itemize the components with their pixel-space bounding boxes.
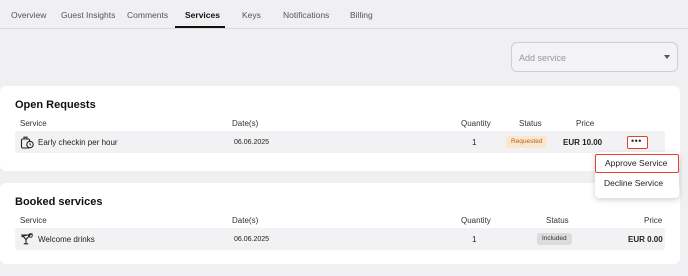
tab-comments[interactable]: Comments xyxy=(127,10,168,20)
service-name: Welcome drinks xyxy=(38,235,95,244)
service-date: 06.06.2025 xyxy=(234,236,270,243)
tab-notifications[interactable]: Notifications xyxy=(283,10,329,20)
header-service: Service xyxy=(20,119,47,128)
add-service-select[interactable]: Add service xyxy=(511,42,678,72)
tab-services[interactable]: Services xyxy=(185,10,220,20)
more-options-button[interactable]: ••• xyxy=(627,136,648,149)
table-row[interactable]: Welcome drinks 06.06.2025 1 Included EUR… xyxy=(15,228,665,250)
header-date: Date(s) xyxy=(232,216,259,225)
tab-overview[interactable]: Overview xyxy=(11,10,46,20)
header-status: Status xyxy=(546,216,569,225)
service-quantity: 1 xyxy=(472,138,477,147)
service-date: 06.06.2025 xyxy=(234,139,270,146)
tab-guest-insights[interactable]: Guest Insights xyxy=(61,10,115,20)
header-quantity: Quantity xyxy=(461,119,491,128)
header-quantity: Quantity xyxy=(461,216,491,225)
approve-service-menu-item[interactable]: Approve Service xyxy=(595,154,679,173)
header-price: Price xyxy=(644,216,663,225)
header-service: Service xyxy=(20,216,47,225)
service-name: Early checkin per hour xyxy=(38,138,118,147)
active-tab-indicator xyxy=(175,26,225,28)
service-quantity: 1 xyxy=(472,235,477,244)
service-price: EUR 0.00 xyxy=(628,235,663,244)
booked-services-card: Booked services Service Date(s) Quantity… xyxy=(0,183,680,264)
tab-bar: Overview Guest Insights Comments Service… xyxy=(0,0,688,29)
header-price: Price xyxy=(576,119,595,128)
header-status: Status xyxy=(519,119,542,128)
add-service-placeholder: Add service xyxy=(519,53,567,63)
service-actions-menu: Approve Service Decline Service xyxy=(595,152,679,198)
open-requests-title: Open Requests xyxy=(15,99,96,111)
service-price: EUR 10.00 xyxy=(563,138,603,147)
cocktail-glass-icon xyxy=(20,233,33,245)
header-date: Date(s) xyxy=(232,119,259,128)
tab-billing[interactable]: Billing xyxy=(350,10,373,20)
status-badge: Requested xyxy=(506,136,548,148)
decline-service-menu-item[interactable]: Decline Service xyxy=(595,174,679,193)
status-badge: Included xyxy=(537,233,572,245)
luggage-clock-icon xyxy=(20,136,34,149)
open-requests-card: Open Requests Service Date(s) Quantity S… xyxy=(0,86,680,171)
table-row[interactable]: Early checkin per hour 06.06.2025 1 Requ… xyxy=(15,131,665,153)
chevron-down-icon xyxy=(664,55,670,59)
ellipsis-icon: ••• xyxy=(631,136,642,146)
booked-services-title: Booked services xyxy=(15,196,103,208)
tab-keys[interactable]: Keys xyxy=(242,10,261,20)
